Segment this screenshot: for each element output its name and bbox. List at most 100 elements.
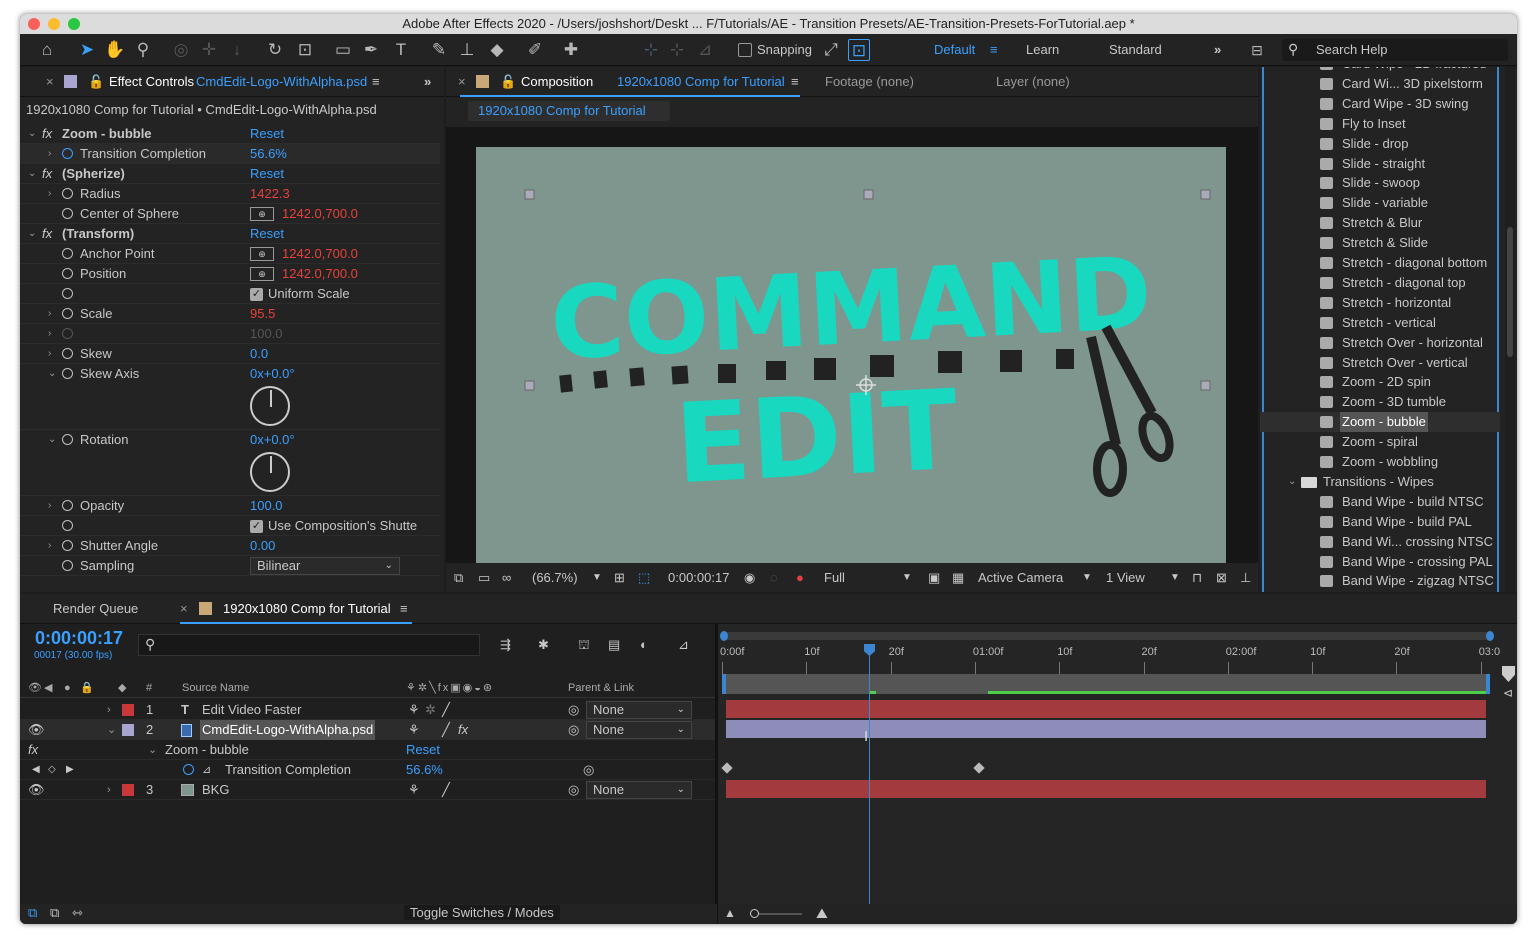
stopwatch-icon[interactable] xyxy=(62,348,73,359)
stopwatch-icon[interactable] xyxy=(62,248,73,259)
effect-row[interactable]: › Radius 1422.3 xyxy=(20,184,440,204)
expand-chevron-icon[interactable]: ⌄ xyxy=(48,430,56,450)
preset-item[interactable]: Stretch Over - vertical xyxy=(1260,353,1500,373)
stopwatch-icon[interactable] xyxy=(62,188,73,199)
stopwatch-icon[interactable] xyxy=(62,434,73,445)
effect-row[interactable]: ✓ Uniform Scale xyxy=(20,284,440,304)
layer-bar-1[interactable] xyxy=(726,700,1486,718)
track-area[interactable]: 0:00f 10f 20f 01:00f 10f 20f 02:00f 10f 20f 03:0 … xyxy=(718,624,1517,924)
comp-panel-menu-icon[interactable]: ≡ xyxy=(791,74,799,89)
minimize-window-button[interactable] xyxy=(48,18,60,30)
transparency-grid-icon[interactable]: ▦ xyxy=(952,570,964,586)
effect-row[interactable]: Center of Sphere ⊕ 1242.0,700.0 xyxy=(20,204,440,224)
zoom-slider-knob[interactable] xyxy=(750,909,759,918)
preset-item[interactable]: Stretch Over - horizontal xyxy=(1260,333,1500,353)
property-value[interactable]: 1242.0,700.0 xyxy=(282,204,358,224)
disclosure-chevron-icon[interactable]: ⌄ xyxy=(28,124,36,144)
source-name-header[interactable]: Source Name xyxy=(182,678,249,698)
effect-controls-tab-label[interactable]: Effect Controls xyxy=(109,74,194,89)
keyframe-end[interactable] xyxy=(973,762,985,774)
zoom-slider-track[interactable] xyxy=(750,909,802,918)
magnification-select[interactable]: (66.7%) xyxy=(532,570,578,585)
effect-row[interactable]: Anchor Point ⊕ 1242.0,700.0 xyxy=(20,244,440,264)
fx-icon[interactable]: fx xyxy=(42,124,52,144)
crosshair-icon[interactable]: ⊕ xyxy=(250,267,274,281)
zoom-in-icon[interactable]: ⛰ xyxy=(816,905,828,922)
expression-pick-whip-icon[interactable]: ◎ xyxy=(583,760,594,780)
effect-reset-button[interactable]: Reset xyxy=(406,740,440,760)
preset-item[interactable]: Stretch - vertical xyxy=(1260,313,1500,333)
effect-row[interactable]: ⌄ Rotation 0x+0.0° xyxy=(20,430,440,496)
lock-icon[interactable]: 🔓 xyxy=(88,74,104,90)
navigator-start-handle[interactable] xyxy=(720,631,728,641)
comp-canvas[interactable]: COMMAND EDIT xyxy=(476,147,1226,567)
time-navigator[interactable] xyxy=(720,631,1494,641)
preset-item[interactable]: Band Wipe - zigzag NTSC xyxy=(1260,571,1500,591)
presets-scrollbar[interactable] xyxy=(1505,67,1515,592)
timeline-end-marker-icon[interactable] xyxy=(1502,666,1515,682)
motion-blur-icon[interactable]: ◐ xyxy=(640,637,648,652)
transfer-controls-icon[interactable]: ⧉ xyxy=(50,905,59,921)
stopwatch-icon[interactable] xyxy=(62,500,73,511)
timeline-search-input[interactable]: ⚲ xyxy=(138,634,480,656)
quality-switch-icon[interactable]: ╱ xyxy=(442,720,450,740)
show-snapshot-icon[interactable]: ◌ xyxy=(770,570,778,585)
timeline-row[interactable]: fx ⌄ Zoom - bubble Reset xyxy=(20,740,717,760)
zoom-out-icon[interactable]: ▲ xyxy=(724,906,736,920)
angle-dial[interactable] xyxy=(250,452,290,492)
keyframe-start[interactable] xyxy=(721,762,733,774)
shy-switch-icon[interactable]: ⚘ xyxy=(408,720,420,740)
visibility-eye-icon[interactable]: 👁 xyxy=(28,780,45,800)
preset-item[interactable]: Stretch - diagonal bottom xyxy=(1260,253,1500,273)
reset-button[interactable]: Reset xyxy=(250,224,284,244)
timeline-row[interactable]: 👁 › 3 BKG ⚘ ╱ ◎ None ⌄ xyxy=(20,780,717,800)
composition-tab-name[interactable]: 1920x1080 Comp for Tutorial xyxy=(617,74,785,89)
label-color-icon[interactable] xyxy=(122,784,134,796)
effect-row[interactable]: › Shutter Angle 0.00 xyxy=(20,536,440,556)
disclosure-chevron-icon[interactable]: ⌄ xyxy=(28,164,36,184)
preset-item[interactable]: Band Wi... crossing NTSC xyxy=(1260,532,1500,552)
close-comp-tab-icon[interactable]: × xyxy=(458,74,466,89)
stopwatch-icon[interactable] xyxy=(62,560,73,571)
parent-dropdown[interactable]: None ⌄ xyxy=(586,701,692,719)
fx-icon[interactable]: fx xyxy=(42,224,52,244)
workspace-learn[interactable]: Learn xyxy=(1026,42,1059,57)
region-of-interest-icon[interactable]: ▣ xyxy=(928,570,940,586)
mask-visibility-icon[interactable]: ⬚ xyxy=(638,570,650,586)
rectangle-tool-icon[interactable]: ▭ xyxy=(332,39,354,61)
preset-item[interactable]: Band Wipe - crossing PAL xyxy=(1260,552,1500,572)
expand-chevron-icon[interactable]: › xyxy=(48,496,51,516)
camera-select[interactable]: Active Camera xyxy=(978,570,1063,585)
layer-name[interactable]: CmdEdit-Logo-WithAlpha.psd xyxy=(200,720,376,740)
property-value[interactable]: 56.6% xyxy=(250,144,287,164)
reset-button[interactable]: Reset xyxy=(250,164,284,184)
layer-bar-3[interactable] xyxy=(726,780,1486,798)
selection-tool-icon[interactable]: ➤ xyxy=(76,39,98,61)
effect-row[interactable]: › Skew 0.0 xyxy=(20,344,440,364)
graph-editor-icon[interactable]: ⊿ xyxy=(678,637,689,653)
layer-switches-icon[interactable]: ⧉ xyxy=(28,905,37,921)
pen-tool-icon[interactable]: ✒ xyxy=(360,39,382,61)
axis-local-icon[interactable]: ⊹ xyxy=(640,39,662,61)
timeline-menu-icon[interactable]: ≡ xyxy=(400,601,408,616)
panel-menu-icon[interactable]: ≡ xyxy=(372,74,380,89)
toggle-pixel-aspect-icon[interactable]: ⊓ xyxy=(1192,570,1202,586)
shy-switch-icon[interactable]: ⚘ xyxy=(408,700,420,720)
home-icon[interactable]: ⌂ xyxy=(36,39,58,61)
pick-whip-icon[interactable]: ◎ xyxy=(568,720,579,740)
effect-controls-layer-name[interactable]: CmdEdit-Logo-WithAlpha.psd xyxy=(196,74,367,89)
in-out-icon[interactable]: ⇿ xyxy=(72,905,83,921)
brush-tool-icon[interactable]: ✎ xyxy=(428,39,450,61)
safe-zones-icon[interactable]: ⊞ xyxy=(614,570,625,586)
property-value[interactable]: 1422.3 xyxy=(250,184,290,204)
composition-tab-label[interactable]: Composition xyxy=(521,74,593,89)
video-switch-icon[interactable]: 👁 xyxy=(28,678,42,698)
timeline-row[interactable]: ◀ ◇ ▶ ⊿ Transition Completion 56.6% ◎ xyxy=(20,760,717,780)
preset-item[interactable]: Stretch - horizontal xyxy=(1260,293,1500,313)
visibility-eye-icon[interactable]: 👁 xyxy=(28,720,45,740)
preset-item[interactable]: Band Wipe - build PAL xyxy=(1260,512,1500,532)
preset-item[interactable]: ⌄ Transitions - Wipes xyxy=(1260,472,1500,492)
preset-item[interactable]: Zoom - 2D spin xyxy=(1260,372,1500,392)
more-workspaces-icon[interactable]: » xyxy=(1214,42,1221,57)
zoom-window-button[interactable] xyxy=(68,18,80,30)
